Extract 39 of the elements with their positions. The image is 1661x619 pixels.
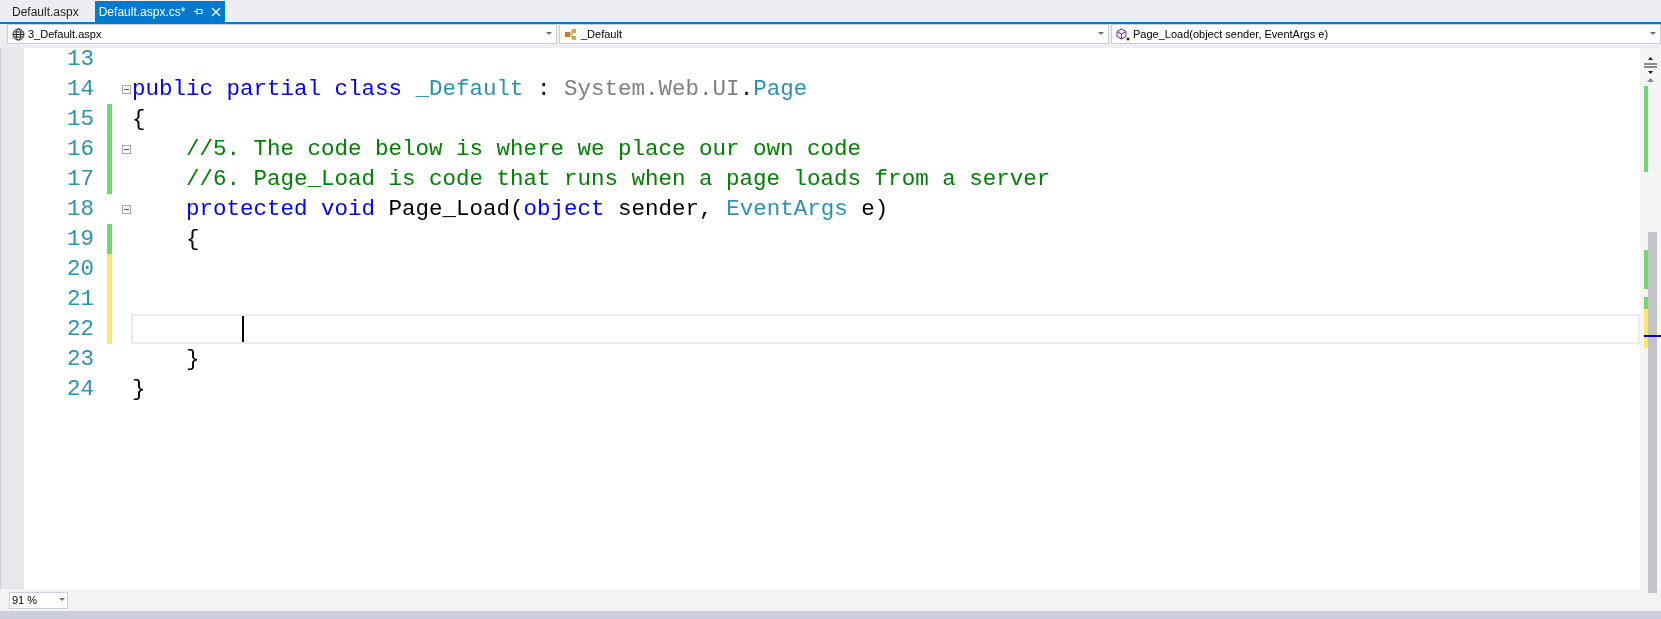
line-number: 16 — [66, 135, 94, 164]
document-tab[interactable]: Default.aspx.cs* — [94, 1, 226, 22]
code-line: protected void Page_Load(object sender, EventArgs e) — [185, 195, 889, 224]
navigation-dropdown[interactable]: 3_Default.aspx — [7, 24, 557, 44]
line-number: 19 — [66, 225, 94, 254]
pin-icon[interactable] — [193, 7, 204, 16]
code-line: } — [132, 375, 146, 404]
close-icon[interactable] — [211, 6, 222, 17]
document-tab[interactable]: Default.aspx — [0, 1, 91, 22]
code-line: { — [185, 225, 200, 254]
dropdown-caret-icon — [546, 32, 552, 36]
code-line: { — [132, 105, 146, 134]
line-number: 20 — [66, 255, 94, 284]
navigation-dropdown[interactable]: _Default — [559, 24, 1109, 44]
collapse-icon[interactable] — [121, 84, 131, 94]
dropdown-caret-icon — [1650, 32, 1656, 36]
line-number: 22 — [66, 315, 94, 344]
line-number: 21 — [66, 285, 94, 314]
collapse-icon[interactable] — [121, 204, 131, 214]
dropdown-caret-icon — [59, 598, 65, 602]
navigation-dropdown[interactable]: Page_Load(object sender, EventArgs e) — [1111, 24, 1661, 44]
method-icon — [1116, 27, 1130, 41]
collapse-icon[interactable] — [121, 144, 131, 154]
globe-icon — [12, 27, 25, 41]
line-number: 15 — [66, 105, 94, 134]
zoom-dropdown[interactable]: 91 % — [9, 591, 68, 609]
line-number: 23 — [66, 345, 94, 374]
class-icon — [564, 27, 578, 41]
line-number: 24 — [66, 375, 94, 404]
code-line: } — [185, 345, 200, 374]
line-number: 17 — [66, 165, 94, 194]
code-line: //6. Page_Load is code that runs when a page loads from a server — [185, 165, 1051, 194]
text-cursor — [242, 316, 244, 342]
line-number: 18 — [66, 195, 94, 224]
dropdown-caret-icon — [1098, 32, 1104, 36]
code-line: //5. The code below is where we place our own code — [185, 135, 862, 164]
line-number: 13 — [66, 48, 94, 74]
code-line: public partial class _Default : System.Web.UI.Page — [132, 75, 808, 104]
line-number: 14 — [66, 75, 94, 104]
